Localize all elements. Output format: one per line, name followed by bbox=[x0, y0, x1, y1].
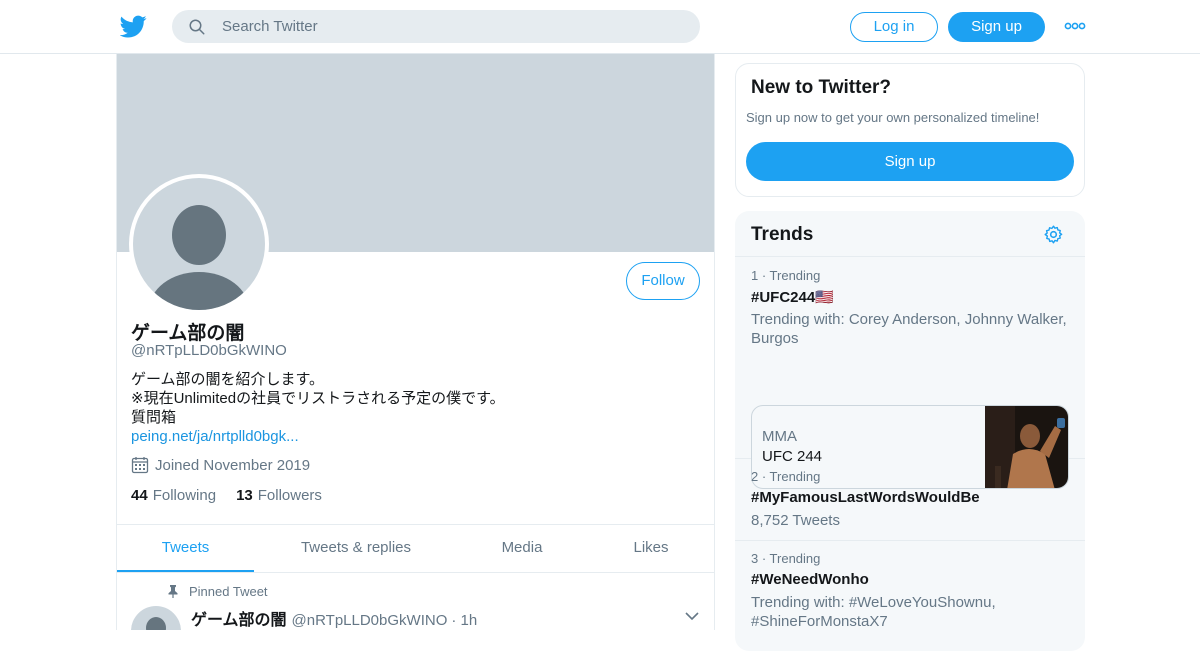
bio-line: 質問箱 bbox=[131, 409, 177, 426]
trends-title: Trends bbox=[751, 224, 814, 245]
trend-item[interactable]: 2 · Trending #MyFamousLastWordsWouldBe 8… bbox=[735, 459, 1085, 541]
login-button[interactable]: Log in bbox=[850, 12, 938, 42]
trend-name[interactable]: #MyFamousLastWordsWouldBe bbox=[751, 489, 980, 506]
trend-description: 8,752 Tweets bbox=[751, 512, 840, 529]
following-label: Following bbox=[152, 487, 217, 504]
tab-media[interactable]: Media bbox=[477, 525, 567, 572]
new-to-twitter-module: New to Twitter? Sign up now to get your … bbox=[735, 63, 1085, 197]
tweet-header: ゲーム部の闇 @nRTpLLD0bGkWINO · 1h bbox=[191, 606, 477, 630]
search-icon bbox=[189, 19, 205, 35]
profile-column: Follow ゲーム部の闇 @nRTpLLD0bGkWINO ゲーム部の闇を紹介… bbox=[116, 54, 715, 630]
bio-line: ゲーム部の闇を紹介します。 bbox=[131, 371, 325, 388]
tab-tweets-and-replies[interactable]: Tweets & replies bbox=[287, 525, 425, 572]
bio-link[interactable]: peing.net/ja/nrtplld0bgk... bbox=[131, 427, 505, 446]
following-count: 44 bbox=[131, 487, 148, 504]
profile-bio: ゲーム部の闇を紹介します。 ※現在Unlimitedの社員でリストラされる予定の… bbox=[131, 370, 505, 446]
top-navigation-bar: Log in Sign up bbox=[0, 0, 1200, 54]
profile-display-name: ゲーム部の闇 bbox=[131, 323, 245, 344]
profile-handle: @nRTpLLD0bGkWINO bbox=[131, 342, 287, 359]
followers-count: 13 bbox=[236, 487, 253, 504]
module-signup-button[interactable]: Sign up bbox=[746, 142, 1074, 181]
profile-stats: 44 Following 13 Followers bbox=[131, 487, 322, 504]
default-avatar-icon bbox=[146, 617, 166, 630]
trends-header: Trends bbox=[735, 211, 1085, 257]
new-to-twitter-title: New to Twitter? bbox=[751, 77, 892, 98]
trend-description: Trending with: Corey Anderson, Johnny Wa… bbox=[751, 311, 1067, 347]
follow-button[interactable]: Follow bbox=[626, 262, 700, 300]
search-input[interactable] bbox=[222, 10, 682, 43]
trend-description: Trending with: #WeLoveYouShownu, #ShineF… bbox=[751, 594, 996, 630]
more-options-icon[interactable] bbox=[1064, 18, 1086, 34]
signup-button[interactable]: Sign up bbox=[948, 12, 1045, 42]
trend-meta: 2 · Trending bbox=[751, 469, 821, 484]
trend-meta: 3 · Trending bbox=[751, 551, 821, 566]
tweet-timestamp[interactable]: · 1h bbox=[451, 612, 477, 629]
trend-name[interactable]: #WeNeedWonho bbox=[751, 571, 869, 588]
joined-date: Joined November 2019 bbox=[131, 456, 310, 474]
tweet-avatar[interactable] bbox=[131, 606, 181, 630]
followers-label: Followers bbox=[257, 487, 322, 504]
followers-stat[interactable]: 13 Followers bbox=[236, 487, 322, 504]
search-bar bbox=[172, 10, 700, 43]
trend-item[interactable]: 3 · Trending #WeNeedWonho Trending with:… bbox=[735, 541, 1085, 651]
tweet-author-handle[interactable]: @nRTpLLD0bGkWINO bbox=[292, 612, 448, 629]
chevron-down-icon[interactable] bbox=[685, 611, 699, 621]
tweet-author-name[interactable]: ゲーム部の闇 bbox=[191, 606, 287, 630]
trend-item[interactable]: 1 · Trending #UFC244🇺🇸 Trending with: Co… bbox=[735, 258, 1085, 489]
calendar-icon bbox=[131, 457, 149, 474]
new-to-twitter-subtitle: Sign up now to get your own personalized… bbox=[746, 110, 1040, 125]
profile-avatar[interactable] bbox=[129, 174, 269, 314]
joined-label: Joined November 2019 bbox=[155, 456, 311, 474]
default-avatar-icon bbox=[149, 205, 249, 310]
tab-tweets[interactable]: Tweets bbox=[117, 525, 254, 572]
pinned-tweet-label: Pinned Tweet bbox=[167, 584, 268, 599]
pin-icon bbox=[168, 585, 178, 598]
profile-tabs: Tweets Tweets & replies Media Likes bbox=[117, 524, 714, 573]
gear-icon[interactable] bbox=[1043, 224, 1064, 245]
bio-line: ※現在Unlimitedの社員でリストラされる予定の僕です。 bbox=[131, 390, 505, 407]
trend-meta: 1 · Trending bbox=[751, 268, 821, 283]
trend-name[interactable]: #UFC244🇺🇸 bbox=[751, 288, 834, 306]
pinned-tweet-text: Pinned Tweet bbox=[189, 584, 268, 599]
card-category: MMA bbox=[762, 428, 797, 445]
tab-likes[interactable]: Likes bbox=[607, 525, 695, 572]
following-stat[interactable]: 44 Following bbox=[131, 487, 216, 504]
twitter-bird-logo-icon[interactable] bbox=[120, 13, 147, 40]
trends-module: Trends 1 · Trending #UFC244🇺🇸 Trending w… bbox=[735, 211, 1085, 651]
